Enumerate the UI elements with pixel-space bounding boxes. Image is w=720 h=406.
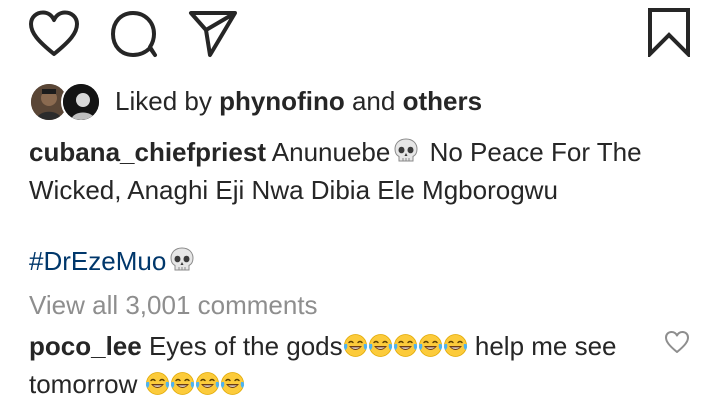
liker-avatars[interactable]: [29, 82, 101, 122]
face-with-tears-of-joy-emoji-icon: [368, 330, 393, 357]
face-with-tears-of-joy-emoji-icon: [170, 368, 195, 395]
top-comment: poco_lee Eyes of the gods help me see to…: [29, 327, 639, 403]
face-with-tears-of-joy-emoji-icon: [418, 330, 443, 357]
face-with-tears-of-joy-emoji-icon: [443, 330, 468, 357]
comment-icon[interactable]: [110, 10, 158, 58]
face-with-tears-of-joy-emoji-icon: [145, 368, 170, 395]
liked-by-text: Liked by phynofino and others: [115, 86, 482, 117]
caption-username-link[interactable]: cubana_chiefpriest: [29, 137, 266, 167]
liked-by-connector: and: [351, 85, 396, 116]
comment-text-part1: Eyes of the gods: [148, 331, 343, 361]
face-with-tears-of-joy-emoji-icon: [343, 330, 368, 357]
avatar[interactable]: [61, 82, 101, 122]
likes-row: Liked by phynofino and others: [29, 82, 482, 122]
hashtag-link[interactable]: #DrEzeMuo: [29, 246, 166, 276]
post-caption: cubana_chiefpriest Anunuebe No Peace For…: [29, 133, 699, 209]
comment-username-link[interactable]: poco_lee: [29, 331, 142, 361]
liker-username-link[interactable]: phynofino: [219, 86, 345, 116]
share-icon[interactable]: [188, 8, 238, 58]
bookmark-icon[interactable]: [647, 7, 691, 57]
view-all-comments-link[interactable]: View all 3,001 comments: [29, 289, 318, 321]
post-action-bar: [0, 0, 720, 70]
skull-emoji-icon: [168, 246, 196, 274]
comment-like-heart-icon[interactable]: [664, 330, 690, 354]
skull-emoji-icon: [392, 137, 420, 165]
others-link[interactable]: others: [403, 86, 482, 116]
face-with-tears-of-joy-emoji-icon: [220, 368, 245, 395]
heart-icon[interactable]: [28, 10, 80, 58]
liked-by-prefix: Liked by: [115, 85, 212, 116]
laughing-emoji-group: [145, 369, 245, 399]
hashtag-line: #DrEzeMuo: [29, 242, 198, 280]
caption-text-part1: Anunuebe: [271, 137, 391, 167]
face-with-tears-of-joy-emoji-icon: [195, 368, 220, 395]
face-with-tears-of-joy-emoji-icon: [393, 330, 418, 357]
laughing-emoji-group: [343, 331, 468, 361]
